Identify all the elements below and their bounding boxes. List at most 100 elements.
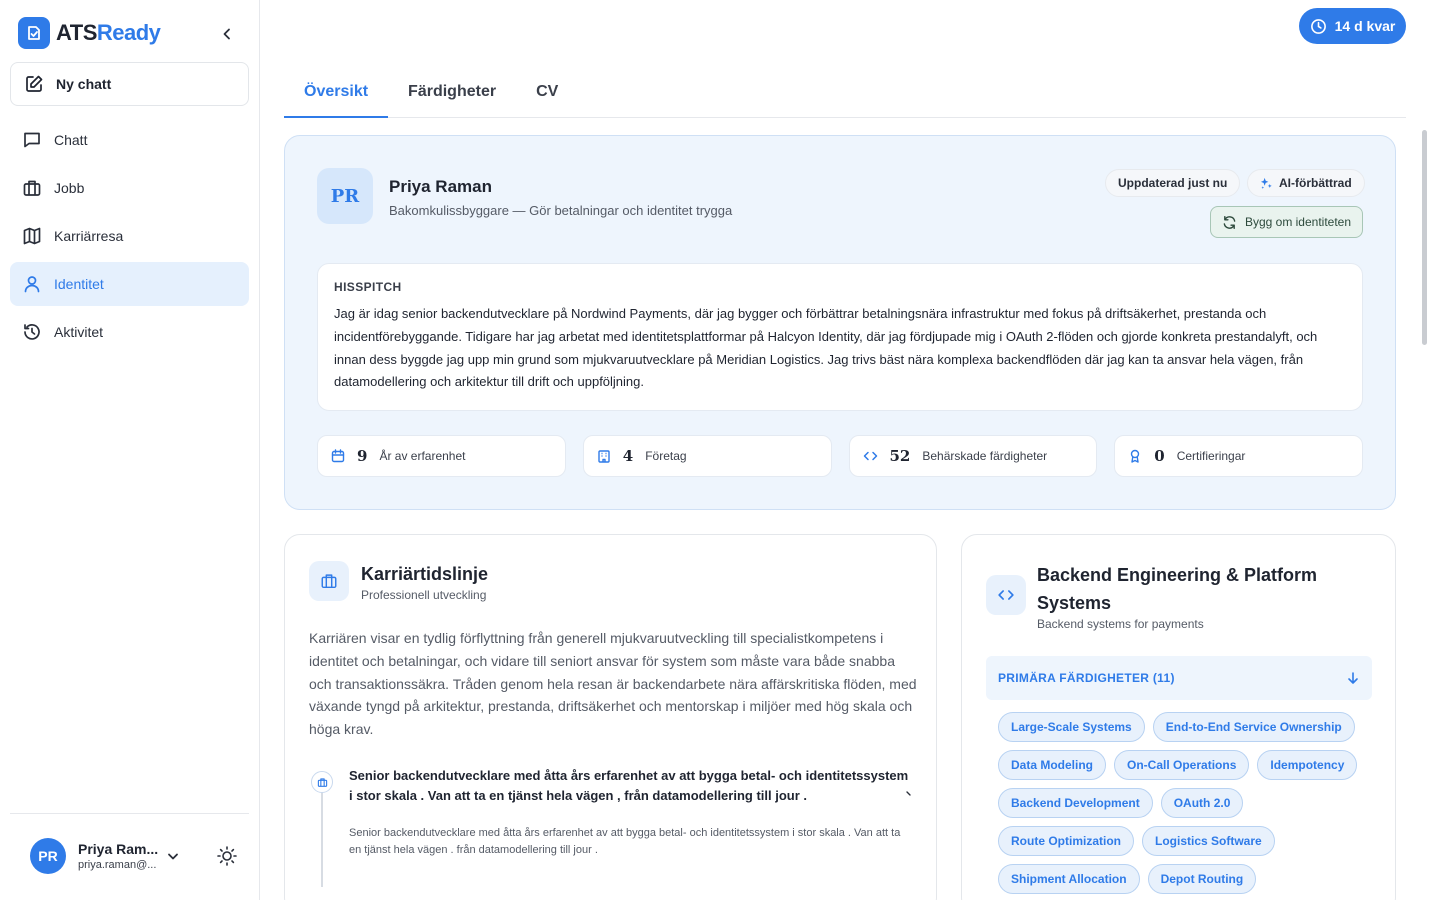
sidebar-item-label: Aktivitet <box>54 324 104 340</box>
theme-toggle-button[interactable] <box>216 845 238 867</box>
primary-skills-label: PRIMÄRA FÄRDIGHETER (11) <box>998 671 1175 685</box>
user-menu[interactable]: PR Priya Ram... priya.raman@... <box>30 838 158 874</box>
edit-icon <box>24 74 44 94</box>
skill-cluster-card: Backend Engineering & Platform Systems B… <box>961 534 1396 900</box>
skill-chip[interactable]: Logistics Software <box>1142 826 1275 856</box>
sidebar-item-aktivitet[interactable]: Aktivitet <box>10 310 249 354</box>
briefcase-icon <box>22 178 42 198</box>
skill-cluster-title: Backend Engineering & Platform Systems <box>1037 565 1318 613</box>
code-icon <box>863 451 877 461</box>
stat-label: År av erfarenhet <box>379 449 466 463</box>
clock-icon <box>1310 18 1326 34</box>
user-email: priya.raman@... <box>78 859 157 871</box>
stats-row: 9 År av erfarenhet 4 Företag 52 Behärska… <box>317 435 1363 477</box>
sidebar-item-karriarresa[interactable]: Karriärresa <box>10 214 249 258</box>
timeline-subtitle: Professionell utveckling <box>361 588 487 602</box>
stat-label: Företag <box>645 449 687 463</box>
sidebar-item-identitet[interactable]: Identitet <box>10 262 249 306</box>
timeline-dot <box>311 771 333 793</box>
stat-label: Behärskade färdigheter <box>922 449 1048 463</box>
map-icon <box>22 226 42 246</box>
tab-oversikt[interactable]: Översikt <box>284 70 389 118</box>
trial-days-button[interactable]: 14 d kvar <box>1299 8 1406 44</box>
stat-companies: 4 Företag <box>582 435 832 477</box>
ai-enhanced-badge: AI-förbättrad <box>1247 169 1365 197</box>
sidebar-item-label: Chatt <box>54 132 88 148</box>
rebuild-label: Bygg om identiteten <box>1244 215 1352 229</box>
skill-chip[interactable]: On-Call Operations <box>1114 750 1250 780</box>
profile-card: PR Priya Raman Bakomkulissbyggare — Gör … <box>284 135 1396 510</box>
career-timeline-card: Karriärtidslinje Professionell utvecklin… <box>284 534 937 900</box>
stat-value: 9 <box>357 447 368 465</box>
avatar: PR <box>30 838 66 874</box>
chevron-left-icon <box>223 28 230 40</box>
award-icon <box>1131 449 1140 463</box>
skill-cluster-subtitle: Backend systems for payments <box>1037 617 1204 631</box>
timeline-entry-title[interactable]: Senior backendutvecklare med åtta års er… <box>349 766 914 806</box>
new-chat-label: Ny chatt <box>56 76 112 92</box>
trial-label: 14 d kvar <box>1334 18 1396 34</box>
timeline-line <box>321 787 323 887</box>
new-chat-button[interactable]: Ny chatt <box>10 62 249 106</box>
collapse-sidebar-button[interactable] <box>216 23 238 45</box>
logo-icon <box>18 17 50 49</box>
arrow-down-icon <box>1348 672 1358 684</box>
stat-value: 52 <box>889 447 911 465</box>
tab-fardigheter[interactable]: Färdigheter <box>388 70 516 118</box>
refresh-icon <box>1223 215 1236 229</box>
code-icon <box>986 575 1026 615</box>
skill-chip[interactable]: Shipment Allocation <box>998 864 1140 894</box>
sun-icon <box>217 846 237 866</box>
skill-chip[interactable]: Idempotency <box>1257 750 1358 780</box>
sidebar-divider <box>10 813 249 814</box>
stat-value: 4 <box>622 447 634 465</box>
timeline-entry-description: Senior backendutvecklare med åtta års er… <box>349 827 901 856</box>
sidebar-nav: Chatt Jobb Karriärresa Identitet Aktivit… <box>10 118 249 358</box>
sparkles-icon <box>1260 177 1272 189</box>
skill-chip[interactable]: End-to-End Service Ownership <box>1152 712 1355 742</box>
profile-name: Priya Raman <box>389 177 492 196</box>
updated-badge: Uppdaterad just nu <box>1105 169 1241 197</box>
briefcase-icon <box>317 777 327 787</box>
skill-chip[interactable]: Large-Scale Systems <box>998 712 1145 742</box>
briefcase-icon <box>309 561 349 601</box>
stat-skills: 52 Behärskade färdigheter <box>848 435 1098 477</box>
stat-label: Certifieringar <box>1176 449 1246 463</box>
stat-years: 9 År av erfarenhet <box>317 435 566 477</box>
sidebar: ATSReady Ny chatt Chatt Jobb Karriärresa… <box>0 0 260 900</box>
sidebar-item-label: Identitet <box>54 276 104 292</box>
profile-avatar: PR <box>317 168 373 224</box>
primary-skills-toggle[interactable]: PRIMÄRA FÄRDIGHETER (11) <box>986 656 1372 700</box>
timeline-entry-toggle[interactable] <box>904 789 914 799</box>
skill-chip[interactable]: Depot Routing <box>1147 864 1257 894</box>
rebuild-identity-button[interactable]: Bygg om identiteten <box>1210 206 1363 238</box>
stat-value: 0 <box>1154 447 1165 465</box>
user-menu-toggle[interactable] <box>166 849 180 863</box>
timeline-title: Karriärtidslinje <box>361 564 489 584</box>
stat-certifications: 0 Certifieringar <box>1114 435 1363 477</box>
timeline-summary: Karriären visar en tydlig förflyttning f… <box>309 630 917 738</box>
ai-label: AI-förbättrad <box>1279 176 1352 190</box>
profile-tagline: Bakomkulissbyggare — Gör betalningar och… <box>389 203 733 218</box>
tab-cv[interactable]: CV <box>516 70 578 118</box>
elevator-pitch: HISSPITCH Jag är idag senior backendutve… <box>317 263 1363 411</box>
scrollbar-thumb[interactable] <box>1422 130 1427 345</box>
user-icon <box>22 274 42 294</box>
sidebar-item-jobb[interactable]: Jobb <box>10 166 249 210</box>
skill-chip[interactable]: Backend Development <box>998 788 1153 818</box>
sidebar-item-label: Jobb <box>54 180 85 196</box>
skill-chip[interactable]: OAuth 2.0 <box>1160 788 1244 818</box>
app-logo[interactable]: ATSReady <box>18 17 161 49</box>
skill-chip[interactable]: Data Modeling <box>998 750 1107 780</box>
calendar-icon <box>331 449 345 463</box>
chat-icon <box>22 130 42 150</box>
pitch-text: Jag är idag senior backendutvecklare på … <box>334 306 1318 390</box>
sidebar-item-chatt[interactable]: Chatt <box>10 118 249 162</box>
chevron-down-icon <box>168 853 178 860</box>
user-name: Priya Ram... <box>78 841 159 857</box>
skill-chip[interactable]: Route Optimization <box>998 826 1134 856</box>
sidebar-item-label: Karriärresa <box>54 228 124 244</box>
history-icon <box>22 322 42 342</box>
updated-label: Uppdaterad just nu <box>1118 176 1228 190</box>
tab-bar: Översikt Färdigheter CV <box>284 70 1406 118</box>
